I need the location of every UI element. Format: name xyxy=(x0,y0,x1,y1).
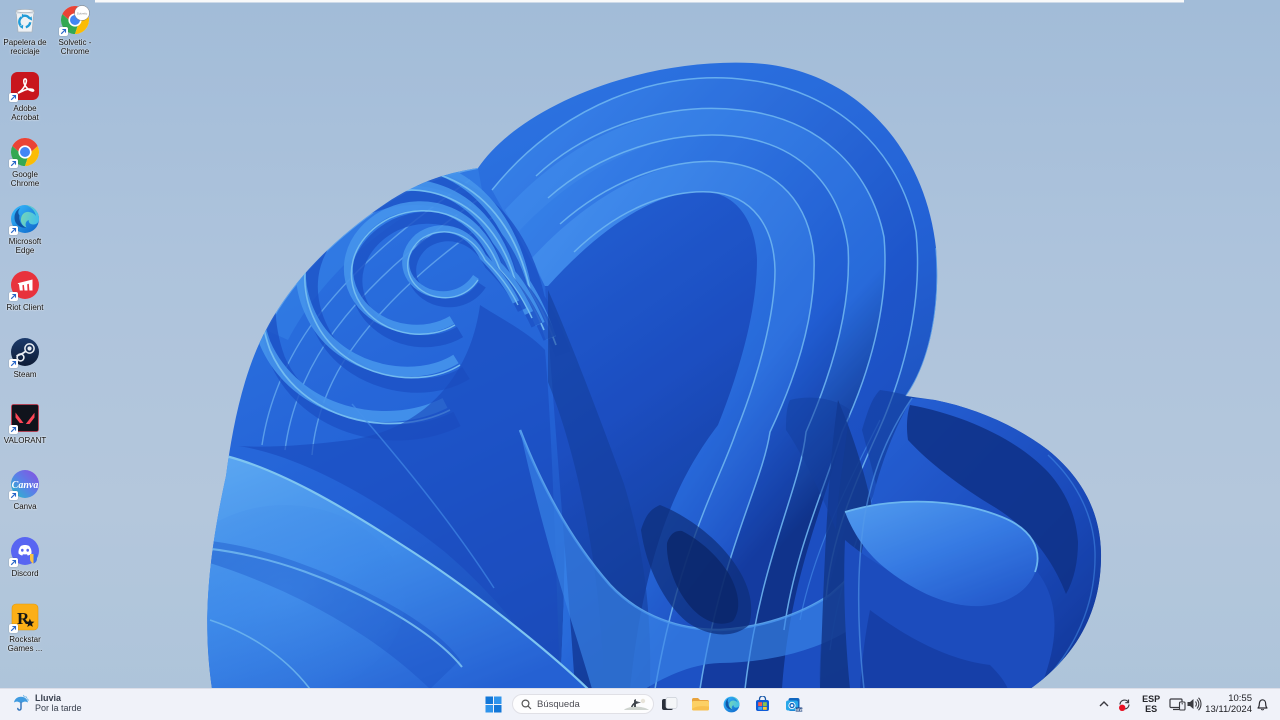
svg-text:Solvetic: Solvetic xyxy=(77,12,88,16)
svg-text:Canva: Canva xyxy=(12,480,39,491)
svg-text:NEW: NEW xyxy=(795,707,802,711)
